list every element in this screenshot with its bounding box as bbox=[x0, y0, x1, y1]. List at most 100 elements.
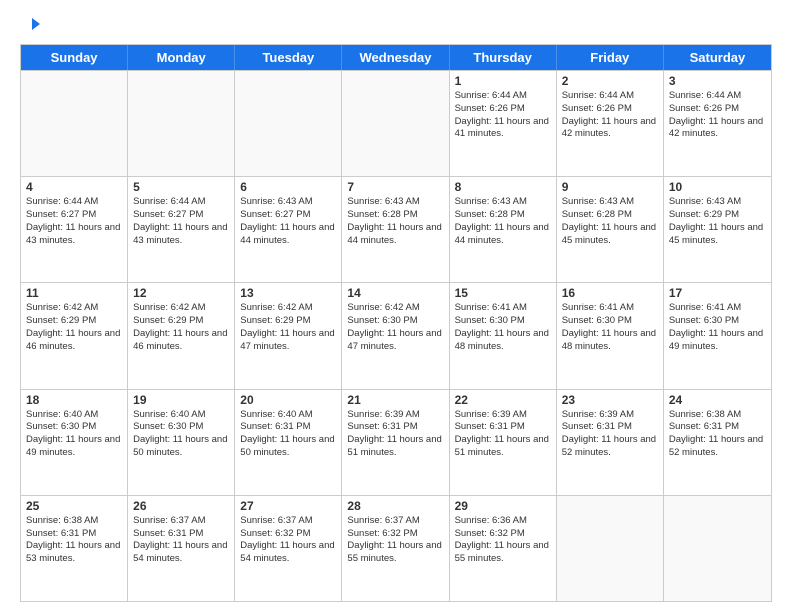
calendar-empty-cell bbox=[128, 71, 235, 176]
calendar-day-5: 5Sunrise: 6:44 AMSunset: 6:27 PMDaylight… bbox=[128, 177, 235, 282]
calendar-empty-cell bbox=[21, 71, 128, 176]
calendar-empty-cell bbox=[342, 71, 449, 176]
calendar-week-2: 4 Sunrise: 6:44 AMSunset: 6:27 PMDaylight… bbox=[21, 176, 771, 282]
calendar-day-4: 4 Sunrise: 6:44 AMSunset: 6:27 PMDaylight… bbox=[21, 177, 128, 282]
day-number: 22 bbox=[455, 393, 551, 407]
day-info: Sunrise: 6:44 AMSunset: 6:26 PMDaylight:… bbox=[669, 90, 766, 141]
calendar-empty-cell bbox=[664, 496, 771, 601]
calendar-day-7: 7 Sunrise: 6:43 AMSunset: 6:28 PMDaylight… bbox=[342, 177, 449, 282]
day-info: Sunrise: 6:42 AMSunset: 6:29 PMDaylight:… bbox=[240, 302, 336, 353]
day-info: Sunrise: 6:43 AMSunset: 6:29 PMDaylight:… bbox=[669, 196, 766, 247]
day-number: 12 bbox=[133, 286, 229, 300]
day-number: 23 bbox=[562, 393, 658, 407]
day-number: 21 bbox=[347, 393, 443, 407]
day-info: Sunrise: 6:44 AMSunset: 6:26 PMDaylight:… bbox=[562, 90, 658, 141]
day-number: 3 bbox=[669, 74, 766, 88]
day-info: Sunrise: 6:41 AMSunset: 6:30 PMDaylight:… bbox=[669, 302, 766, 353]
calendar-day-24: 24 Sunrise: 6:38 AMSunset: 6:31 PMDayligh… bbox=[664, 390, 771, 495]
day-info: Sunrise: 6:36 AMSunset: 6:32 PMDaylight:… bbox=[455, 515, 551, 566]
calendar-day-2: 2 Sunrise: 6:44 AMSunset: 6:26 PMDaylight… bbox=[557, 71, 664, 176]
day-number: 16 bbox=[562, 286, 658, 300]
logo bbox=[20, 16, 42, 36]
day-number: 4 bbox=[26, 180, 122, 194]
calendar-day-19: 19Sunrise: 6:40 AMSunset: 6:30 PMDayligh… bbox=[128, 390, 235, 495]
calendar-day-15: 15Sunrise: 6:41 AMSunset: 6:30 PMDayligh… bbox=[450, 283, 557, 388]
day-header-thursday: Thursday bbox=[450, 45, 557, 70]
day-info: Sunrise: 6:37 AMSunset: 6:32 PMDaylight:… bbox=[347, 515, 443, 566]
calendar-day-13: 13 Sunrise: 6:42 AMSunset: 6:29 PMDayligh… bbox=[235, 283, 342, 388]
calendar-empty-cell bbox=[557, 496, 664, 601]
calendar-day-17: 17 Sunrise: 6:41 AMSunset: 6:30 PMDayligh… bbox=[664, 283, 771, 388]
calendar-body: 1 Sunrise: 6:44 AMSunset: 6:26 PMDaylight… bbox=[21, 70, 771, 601]
day-number: 9 bbox=[562, 180, 658, 194]
day-number: 2 bbox=[562, 74, 658, 88]
day-info: Sunrise: 6:42 AMSunset: 6:29 PMDaylight:… bbox=[26, 302, 122, 353]
day-info: Sunrise: 6:44 AMSunset: 6:27 PMDaylight:… bbox=[26, 196, 122, 247]
day-info: Sunrise: 6:44 AMSunset: 6:27 PMDaylight:… bbox=[133, 196, 229, 247]
day-info: Sunrise: 6:42 AMSunset: 6:30 PMDaylight:… bbox=[347, 302, 443, 353]
day-number: 17 bbox=[669, 286, 766, 300]
day-number: 7 bbox=[347, 180, 443, 194]
calendar-day-22: 22 Sunrise: 6:39 AMSunset: 6:31 PMDayligh… bbox=[450, 390, 557, 495]
day-number: 1 bbox=[455, 74, 551, 88]
day-number: 25 bbox=[26, 499, 122, 513]
day-header-friday: Friday bbox=[557, 45, 664, 70]
calendar-day-28: 28 Sunrise: 6:37 AMSunset: 6:32 PMDayligh… bbox=[342, 496, 449, 601]
calendar-day-18: 18Sunrise: 6:40 AMSunset: 6:30 PMDayligh… bbox=[21, 390, 128, 495]
calendar-day-26: 26 Sunrise: 6:37 AMSunset: 6:31 PMDayligh… bbox=[128, 496, 235, 601]
calendar-day-23: 23Sunrise: 6:39 AMSunset: 6:31 PMDayligh… bbox=[557, 390, 664, 495]
calendar-week-1: 1 Sunrise: 6:44 AMSunset: 6:26 PMDaylight… bbox=[21, 70, 771, 176]
day-number: 8 bbox=[455, 180, 551, 194]
day-number: 24 bbox=[669, 393, 766, 407]
calendar-header: SundayMondayTuesdayWednesdayThursdayFrid… bbox=[21, 45, 771, 70]
day-info: Sunrise: 6:38 AMSunset: 6:31 PMDaylight:… bbox=[26, 515, 122, 566]
calendar-day-29: 29 Sunrise: 6:36 AMSunset: 6:32 PMDayligh… bbox=[450, 496, 557, 601]
day-info: Sunrise: 6:40 AMSunset: 6:31 PMDaylight:… bbox=[240, 409, 336, 460]
calendar-week-5: 25 Sunrise: 6:38 AMSunset: 6:31 PMDayligh… bbox=[21, 495, 771, 601]
day-info: Sunrise: 6:39 AMSunset: 6:31 PMDaylight:… bbox=[455, 409, 551, 460]
calendar-week-3: 11 Sunrise: 6:42 AMSunset: 6:29 PMDayligh… bbox=[21, 282, 771, 388]
day-header-monday: Monday bbox=[128, 45, 235, 70]
day-number: 10 bbox=[669, 180, 766, 194]
logo-icon bbox=[22, 16, 42, 36]
day-number: 14 bbox=[347, 286, 443, 300]
day-number: 13 bbox=[240, 286, 336, 300]
header bbox=[20, 16, 772, 36]
day-header-saturday: Saturday bbox=[664, 45, 771, 70]
day-number: 29 bbox=[455, 499, 551, 513]
day-header-tuesday: Tuesday bbox=[235, 45, 342, 70]
calendar-week-4: 18 Sunrise: 6:40 AMSunset: 6:30 PMDayligh… bbox=[21, 389, 771, 495]
day-info: Sunrise: 6:42 AMSunset: 6:29 PMDaylight:… bbox=[133, 302, 229, 353]
day-info: Sunrise: 6:43 AMSunset: 6:28 PMDaylight:… bbox=[455, 196, 551, 247]
day-number: 26 bbox=[133, 499, 229, 513]
day-info: Sunrise: 6:39 AMSunset: 6:31 PMDaylight:… bbox=[347, 409, 443, 460]
day-info: Sunrise: 6:38 AMSunset: 6:31 PMDaylight:… bbox=[669, 409, 766, 460]
day-info: Sunrise: 6:44 AMSunset: 6:26 PMDaylight:… bbox=[455, 90, 551, 141]
calendar-day-8: 8 Sunrise: 6:43 AMSunset: 6:28 PMDaylight… bbox=[450, 177, 557, 282]
calendar-day-16: 16 Sunrise: 6:41 AMSunset: 6:30 PMDayligh… bbox=[557, 283, 664, 388]
day-header-sunday: Sunday bbox=[21, 45, 128, 70]
calendar: SundayMondayTuesdayWednesdayThursdayFrid… bbox=[20, 44, 772, 602]
calendar-day-11: 11 Sunrise: 6:42 AMSunset: 6:29 PMDayligh… bbox=[21, 283, 128, 388]
calendar-day-9: 9 Sunrise: 6:43 AMSunset: 6:28 PMDaylight… bbox=[557, 177, 664, 282]
calendar-day-27: 27 Sunrise: 6:37 AMSunset: 6:32 PMDayligh… bbox=[235, 496, 342, 601]
day-number: 20 bbox=[240, 393, 336, 407]
calendar-day-20: 20 Sunrise: 6:40 AMSunset: 6:31 PMDayligh… bbox=[235, 390, 342, 495]
day-info: Sunrise: 6:43 AMSunset: 6:28 PMDaylight:… bbox=[562, 196, 658, 247]
calendar-empty-cell bbox=[235, 71, 342, 176]
calendar-day-14: 14 Sunrise: 6:42 AMSunset: 6:30 PMDayligh… bbox=[342, 283, 449, 388]
day-number: 18 bbox=[26, 393, 122, 407]
day-number: 11 bbox=[26, 286, 122, 300]
page: SundayMondayTuesdayWednesdayThursdayFrid… bbox=[0, 0, 792, 612]
day-number: 27 bbox=[240, 499, 336, 513]
day-info: Sunrise: 6:41 AMSunset: 6:30 PMDaylight:… bbox=[562, 302, 658, 353]
day-header-wednesday: Wednesday bbox=[342, 45, 449, 70]
day-number: 28 bbox=[347, 499, 443, 513]
day-info: Sunrise: 6:41 AMSunset: 6:30 PMDaylight:… bbox=[455, 302, 551, 353]
day-number: 6 bbox=[240, 180, 336, 194]
day-info: Sunrise: 6:43 AMSunset: 6:28 PMDaylight:… bbox=[347, 196, 443, 247]
calendar-day-10: 10 Sunrise: 6:43 AMSunset: 6:29 PMDayligh… bbox=[664, 177, 771, 282]
day-info: Sunrise: 6:37 AMSunset: 6:31 PMDaylight:… bbox=[133, 515, 229, 566]
day-info: Sunrise: 6:40 AMSunset: 6:30 PMDaylight:… bbox=[133, 409, 229, 460]
day-info: Sunrise: 6:37 AMSunset: 6:32 PMDaylight:… bbox=[240, 515, 336, 566]
